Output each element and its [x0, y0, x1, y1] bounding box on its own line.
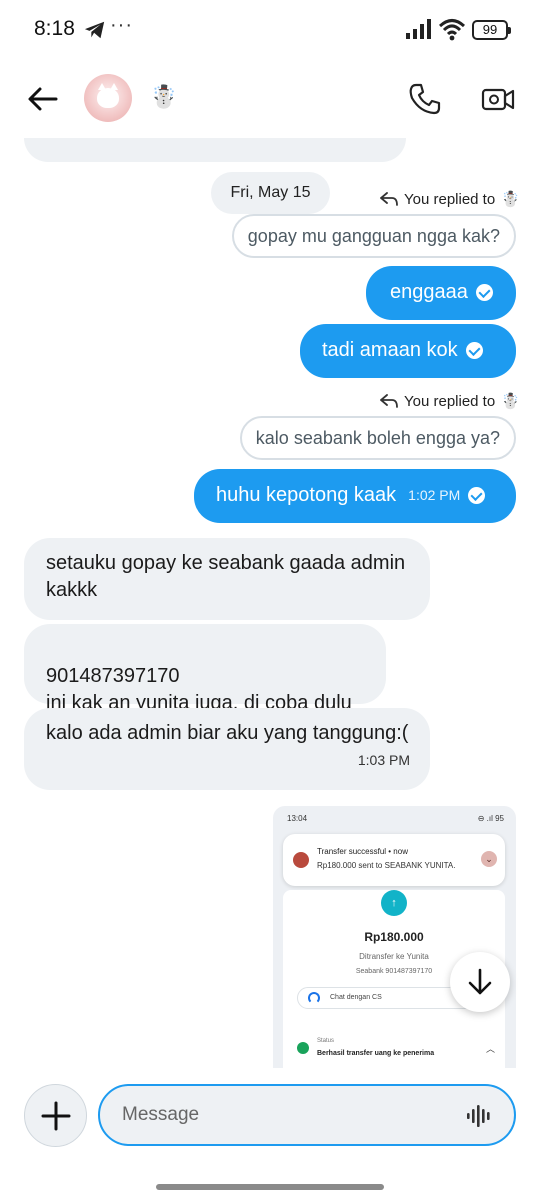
- avatar[interactable]: [84, 74, 132, 122]
- message-composer: [0, 1068, 540, 1168]
- image-message[interactable]: 13:04 ⊖ .ıl 95 Transfer successful • now…: [273, 806, 516, 1068]
- replied-to-emoji: ☃️: [501, 191, 520, 208]
- phone-icon[interactable]: [408, 82, 442, 116]
- notification-body: Rp180.000 sent to SEABANK YUNITA.: [317, 861, 456, 870]
- incoming-message[interactable]: 901487397170 ini kak an yunita juga, di …: [24, 624, 386, 714]
- arrow-up-icon: ↑: [381, 890, 407, 916]
- read-receipt-icon: [468, 487, 486, 505]
- message-input[interactable]: [122, 1100, 442, 1130]
- incoming-message[interactable]: kalo ada admin biar aku yang tanggung:( …: [24, 708, 430, 790]
- message-text: tadi amaan kok: [322, 339, 458, 361]
- scroll-to-bottom-button[interactable]: [450, 952, 510, 1012]
- outgoing-message[interactable]: tadi amaan kok: [300, 324, 516, 378]
- screenshot-notification: Transfer successful • now Rp180.000 sent…: [283, 834, 505, 886]
- status-time: 8:18: [34, 17, 75, 40]
- message-input-container[interactable]: [98, 1084, 516, 1146]
- status-label: Status: [317, 1038, 335, 1044]
- reply-arrow-icon: [380, 394, 398, 408]
- outgoing-message[interactable]: huhu kepotong kaak 1:02 PM: [194, 469, 516, 523]
- battery-icon: 99: [472, 20, 511, 40]
- screenshot-status-icons: ⊖ .ıl 95: [477, 814, 504, 823]
- gesture-home-bar[interactable]: [156, 1184, 384, 1190]
- arrow-down-icon: [468, 968, 492, 995]
- add-attachment-button[interactable]: [24, 1084, 87, 1147]
- replied-to-label: You replied to ☃️: [380, 392, 520, 410]
- replied-to-emoji: ☃️: [501, 393, 520, 410]
- app-icon: [293, 852, 309, 868]
- notification-title: Transfer successful • now: [317, 847, 408, 856]
- chat-cs-label: Chat dengan CS: [330, 994, 382, 1001]
- headset-icon: [308, 992, 320, 1004]
- chevron-up-icon: ︿: [485, 1044, 495, 1054]
- reply-arrow-icon: [380, 192, 398, 206]
- replied-to-label: You replied to ☃️: [380, 190, 520, 208]
- replied-to-text: You replied to: [404, 190, 496, 208]
- incoming-message[interactable]: setauku gopay ke seabank gaada admin kak…: [24, 538, 430, 620]
- cat-avatar-image: [97, 83, 119, 108]
- chat-header: ☃️: [0, 62, 540, 138]
- plus-icon: [41, 1101, 71, 1131]
- voice-message-icon[interactable]: [466, 1104, 492, 1128]
- wifi-icon: [438, 19, 466, 41]
- message-list[interactable]: Fri, May 15 You replied to ☃️ gopay mu g…: [0, 138, 540, 1068]
- message-text: 901487397170 ini kak an yunita juga, di …: [46, 665, 352, 714]
- transfer-amount: Rp180.000: [364, 930, 424, 944]
- reply-reference[interactable]: gopay mu gangguan ngga kak?: [231, 214, 516, 258]
- message-text: enggaaa: [390, 281, 468, 303]
- reply-reference[interactable]: kalo seabank boleh engga ya?: [239, 416, 516, 460]
- back-arrow-icon[interactable]: [26, 82, 60, 116]
- replied-to-text: You replied to: [404, 392, 496, 410]
- contact-name-emoji[interactable]: ☃️: [150, 86, 177, 108]
- date-separator: Fri, May 15: [211, 172, 330, 214]
- screenshot-status-time: 13:04: [287, 814, 308, 823]
- message-text: huhu kepotong kaak: [216, 484, 397, 506]
- read-receipt-icon: [475, 284, 493, 302]
- message-text: setauku gopay ke seabank gaada admin kak…: [46, 552, 406, 601]
- success-check-icon: [297, 1042, 309, 1054]
- status-more-dots: ···: [110, 14, 133, 36]
- message-text: kalo ada admin biar aku yang tanggung:(: [46, 722, 409, 744]
- status-bar: 8:18 ··· 99: [0, 0, 540, 60]
- status-value: Berhasil transfer uang ke penerima: [317, 1050, 435, 1057]
- signal-icon: [406, 19, 431, 39]
- message-timestamp: 1:03 PM: [357, 752, 410, 768]
- outgoing-message[interactable]: enggaaa: [366, 266, 516, 320]
- telegram-icon: [84, 21, 105, 39]
- message-timestamp: 1:02 PM: [408, 487, 461, 504]
- partial-incoming-message[interactable]: [24, 138, 406, 162]
- read-receipt-icon: [465, 342, 483, 360]
- video-camera-icon[interactable]: [480, 82, 516, 116]
- chevron-down-icon: ⌄: [481, 851, 497, 867]
